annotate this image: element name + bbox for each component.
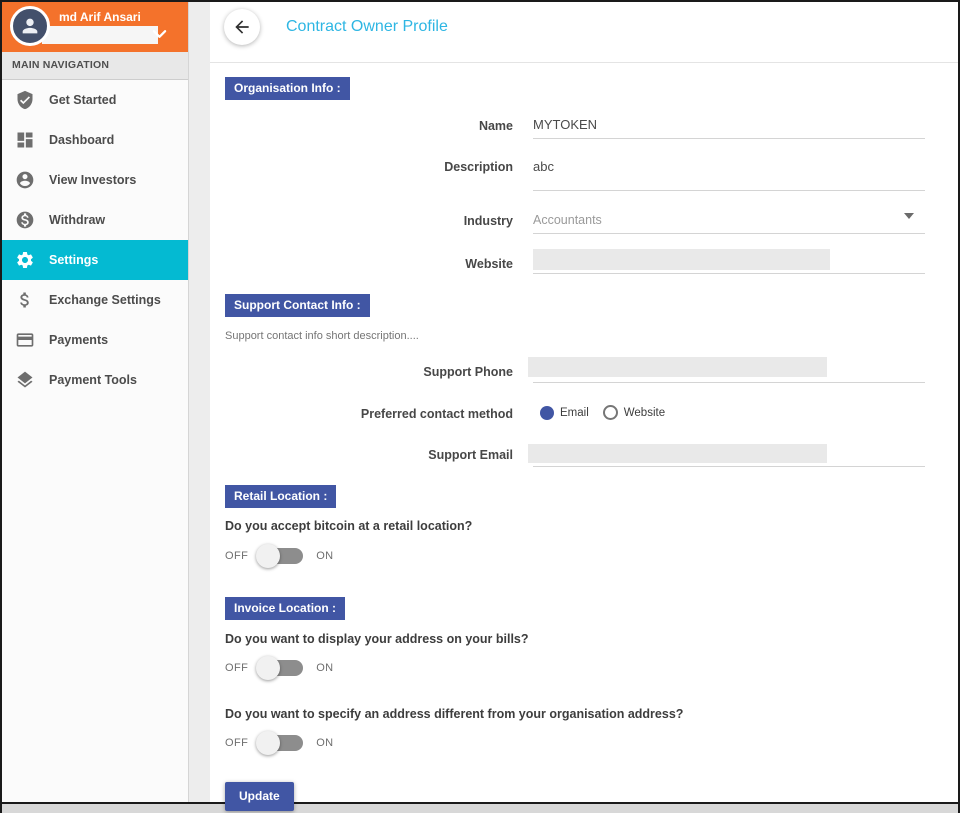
sidebar-item-label: Settings: [49, 253, 98, 267]
toggle-on-label: ON: [316, 737, 333, 749]
industry-label: Industry: [210, 214, 513, 228]
preferred-contact-method-label: Preferred contact method: [210, 407, 513, 421]
retail-toggle[interactable]: [258, 548, 303, 564]
toggle-knob: [256, 544, 280, 568]
toggle-off-label: OFF: [225, 662, 248, 674]
invoice-toggle-row-2: OFF ON: [225, 731, 334, 755]
invoice-question-1: Do you want to display your address on y…: [225, 632, 529, 646]
toggle-off-label: OFF: [225, 737, 248, 749]
arrow-left-icon: [232, 17, 252, 37]
update-button[interactable]: Update: [225, 782, 294, 811]
dollar-icon: [14, 289, 36, 311]
organisation-info-badge: Organisation Info :: [225, 77, 350, 100]
page-header: Contract Owner Profile: [210, 2, 958, 63]
credit-card-icon: [14, 329, 36, 351]
radio-email-selected[interactable]: [540, 406, 554, 420]
contact-method-radio-group: Email Website: [540, 405, 679, 420]
sidebar-item-label: Dashboard: [49, 133, 114, 147]
content-gutter: [189, 2, 210, 802]
person-circle-icon: [14, 169, 36, 191]
description-input[interactable]: abc: [533, 159, 554, 174]
toggle-off-label: OFF: [225, 550, 248, 562]
sidebar-item-exchange-settings[interactable]: Exchange Settings: [2, 280, 188, 320]
radio-website-unselected[interactable]: [603, 405, 618, 420]
support-email-underline: [533, 466, 925, 467]
industry-select-underline: [533, 233, 925, 234]
user-name: md Arif Ansari: [59, 10, 141, 24]
sidebar-item-settings[interactable]: Settings: [2, 240, 188, 280]
description-input-underline: [533, 190, 925, 191]
sidebar-item-label: Payment Tools: [49, 373, 137, 387]
radio-website-label: Website: [624, 407, 665, 419]
support-phone-underline: [533, 382, 925, 383]
different-address-toggle[interactable]: [258, 735, 303, 751]
support-email-label: Support Email: [210, 448, 513, 462]
dropdown-caret-icon[interactable]: [904, 213, 914, 219]
person-silhouette-icon: [19, 15, 41, 37]
support-section-description: Support contact info short description..…: [225, 330, 419, 342]
shield-check-icon: [14, 89, 36, 111]
sidebar-item-get-started[interactable]: Get Started: [2, 80, 188, 120]
toggle-knob: [256, 731, 280, 755]
name-label: Name: [210, 119, 513, 133]
name-input-underline: [533, 138, 925, 139]
user-email-field[interactable]: [42, 26, 158, 44]
app-window: md Arif Ansari MAIN NAVIGATION Get Start…: [0, 0, 960, 813]
sidebar-item-view-investors[interactable]: View Investors: [2, 160, 188, 200]
radio-email-label: Email: [560, 407, 589, 419]
toggle-on-label: ON: [316, 662, 333, 674]
website-input-underline: [533, 273, 925, 274]
sidebar-item-payment-tools[interactable]: Payment Tools: [2, 360, 188, 400]
sidebar-item-dashboard[interactable]: Dashboard: [2, 120, 188, 160]
website-label: Website: [210, 257, 513, 271]
sidebar-item-label: Exchange Settings: [49, 293, 161, 307]
toggle-on-label: ON: [316, 550, 333, 562]
support-phone-input[interactable]: [528, 357, 827, 377]
industry-select[interactable]: Accountants: [533, 213, 602, 227]
website-input[interactable]: [533, 249, 830, 270]
retail-toggle-row: OFF ON: [225, 544, 334, 568]
support-contact-info-badge: Support Contact Info :: [225, 294, 370, 317]
chevron-down-icon[interactable]: [152, 28, 167, 40]
toggle-knob: [256, 656, 280, 680]
gear-icon: [14, 249, 36, 271]
user-panel: md Arif Ansari: [2, 2, 188, 52]
invoice-address-toggle[interactable]: [258, 660, 303, 676]
invoice-question-2: Do you want to specify an address differ…: [225, 707, 683, 721]
sidebar: md Arif Ansari MAIN NAVIGATION Get Start…: [2, 2, 189, 802]
name-input[interactable]: MYTOKEN: [533, 117, 597, 132]
dashboard-icon: [14, 129, 36, 151]
page-title: Contract Owner Profile: [286, 18, 448, 36]
main-content: Contract Owner Profile Organisation Info…: [210, 2, 958, 802]
support-phone-label: Support Phone: [210, 365, 513, 379]
sidebar-section-label: MAIN NAVIGATION: [2, 52, 188, 80]
invoice-toggle-row-1: OFF ON: [225, 656, 334, 680]
sidebar-item-payments[interactable]: Payments: [2, 320, 188, 360]
back-button[interactable]: [224, 9, 260, 45]
avatar: [10, 6, 50, 46]
window-bottom-edge: [2, 802, 958, 813]
sidebar-item-label: Payments: [49, 333, 108, 347]
retail-question: Do you accept bitcoin at a retail locati…: [225, 519, 472, 533]
invoice-location-badge: Invoice Location :: [225, 597, 345, 620]
retail-location-badge: Retail Location :: [225, 485, 336, 508]
sidebar-item-label: Get Started: [49, 93, 116, 107]
support-email-input[interactable]: [528, 444, 827, 463]
description-label: Description: [210, 160, 513, 174]
sidebar-item-label: View Investors: [49, 173, 136, 187]
layers-icon: [14, 369, 36, 391]
dollar-circle-icon: [14, 209, 36, 231]
sidebar-item-label: Withdraw: [49, 213, 105, 227]
sidebar-item-withdraw[interactable]: Withdraw: [2, 200, 188, 240]
